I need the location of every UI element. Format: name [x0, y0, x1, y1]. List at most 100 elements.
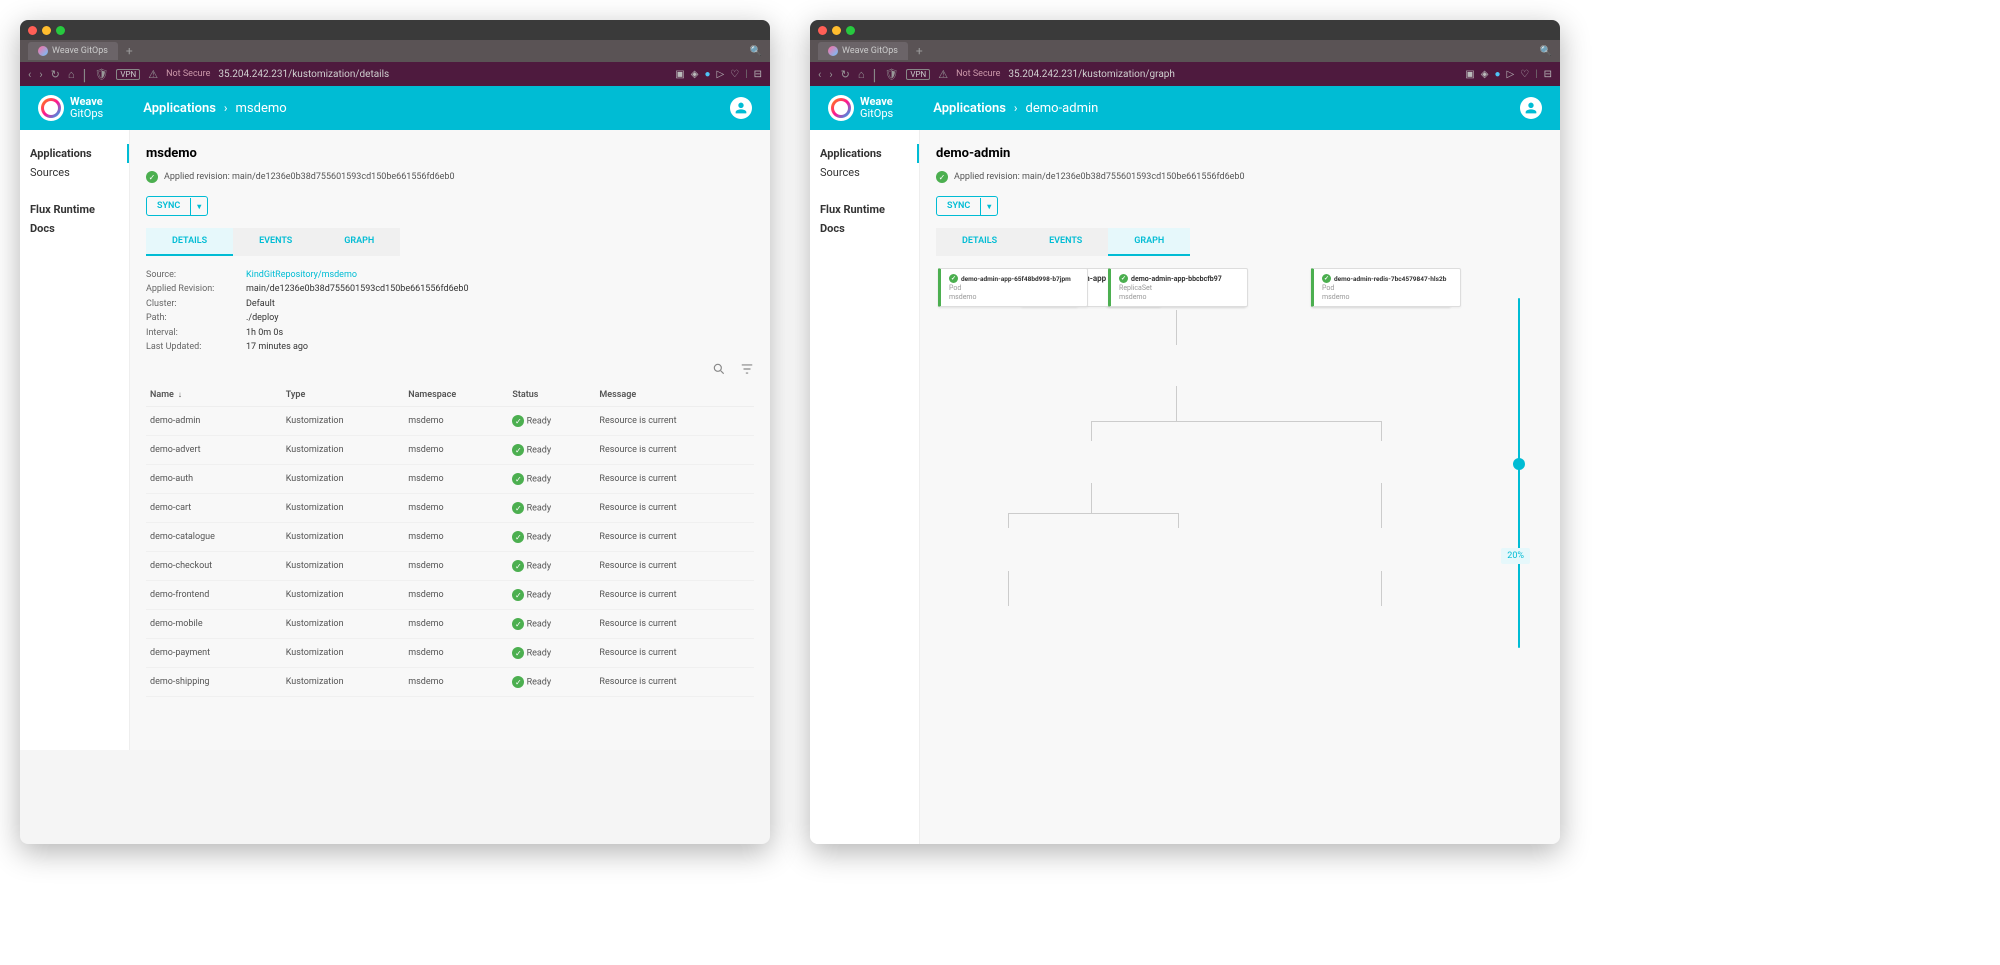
sidebar-item-sources[interactable]: Sources	[810, 163, 919, 182]
new-tab-icon[interactable]: +	[126, 44, 133, 58]
sidebar-item-flux-runtime[interactable]: Flux Runtime	[810, 200, 919, 219]
sidebar: Applications Sources Flux Runtime Docs	[20, 130, 130, 750]
check-icon: ✓	[512, 415, 524, 427]
detail-key: Interval:	[146, 326, 246, 340]
tab-graph[interactable]: GRAPH	[318, 228, 400, 256]
table-row[interactable]: demo-paymentKustomizationmsdemo✓ ReadyRe…	[146, 639, 754, 668]
tab-graph[interactable]: GRAPH	[1108, 228, 1190, 256]
sidebar-item-flux-runtime[interactable]: Flux Runtime	[20, 200, 129, 219]
check-icon: ✓	[512, 647, 524, 659]
logo[interactable]: WeaveGitOps	[828, 95, 893, 121]
table-row[interactable]: demo-adminKustomizationmsdemo✓ ReadyReso…	[146, 407, 754, 436]
sidebar-item-sources[interactable]: Sources	[20, 163, 129, 182]
menu-icon[interactable]: ⊟	[1544, 69, 1552, 80]
browser-tab[interactable]: Weave GitOps	[28, 42, 118, 60]
sidebar-item-applications[interactable]: Applications	[20, 144, 129, 163]
back-icon[interactable]: ‹	[28, 68, 31, 81]
tab-search-icon[interactable]: 🔍	[1540, 46, 1560, 57]
sidebar: Applications Sources Flux Runtime Docs	[810, 130, 920, 844]
logo[interactable]: WeaveGitOps	[38, 95, 103, 121]
ext-icon[interactable]: ♡	[730, 69, 739, 80]
vpn-badge: VPN	[116, 69, 140, 80]
zoom-slider-thumb[interactable]	[1513, 458, 1525, 470]
col-type[interactable]: Type	[282, 384, 405, 407]
check-icon: ✓	[512, 502, 524, 514]
table-row[interactable]: demo-checkoutKustomizationmsdemo✓ ReadyR…	[146, 552, 754, 581]
breadcrumb-root[interactable]: Applications	[933, 101, 1006, 116]
table-row[interactable]: demo-cartKustomizationmsdemo✓ ReadyResou…	[146, 494, 754, 523]
user-avatar-icon[interactable]	[1520, 97, 1542, 119]
ext-icon[interactable]: ▣	[1465, 69, 1474, 80]
close-window-icon[interactable]	[28, 26, 37, 35]
breadcrumb-root[interactable]: Applications	[143, 101, 216, 116]
search-icon[interactable]	[712, 362, 726, 376]
minimize-window-icon[interactable]	[42, 26, 51, 35]
table-row[interactable]: demo-frontendKustomizationmsdemo✓ ReadyR…	[146, 581, 754, 610]
reload-icon[interactable]: ↻	[841, 68, 850, 81]
tab-details[interactable]: DETAILS	[936, 228, 1023, 256]
col-name[interactable]: Name↓	[146, 384, 282, 407]
ext-icon[interactable]: ●	[1494, 69, 1500, 80]
graph-panel[interactable]: msdemo KindGitRepository msdemo ✓demo-ad…	[936, 268, 1544, 828]
sidebar-item-docs[interactable]: Docs	[20, 219, 129, 238]
col-message[interactable]: Message	[595, 384, 754, 407]
detail-value-link[interactable]: KindGitRepository/msdemo	[246, 268, 357, 282]
ext-icon[interactable]: ▷	[716, 69, 724, 80]
graph-node-replicaset[interactable]: ✓demo-admin-app-bbcbcfb97 ReplicaSet msd…	[1108, 268, 1248, 307]
sync-button[interactable]: SYNC▾	[936, 196, 998, 216]
tab-search-icon[interactable]: 🔍	[750, 46, 770, 57]
menu-icon[interactable]: ⊟	[754, 69, 762, 80]
chevron-down-icon[interactable]: ▾	[980, 198, 997, 215]
check-icon: ✓	[512, 589, 524, 601]
chevron-right-icon: ›	[224, 101, 228, 115]
ext-icon[interactable]: ●	[704, 69, 710, 80]
tab-events[interactable]: EVENTS	[1023, 228, 1108, 256]
graph-node-pod[interactable]: ✓demo-admin-app-65f48bd998-b7jpm Pod msd…	[938, 268, 1088, 307]
tab-title: Weave GitOps	[52, 46, 108, 56]
tab-details[interactable]: DETAILS	[146, 228, 233, 256]
graph-node-pod[interactable]: ✓demo-admin-redis-7bc4579847-hls2b Pod m…	[1311, 268, 1461, 307]
brand-top: Weave	[70, 95, 103, 108]
col-namespace[interactable]: Namespace	[404, 384, 508, 407]
table-row[interactable]: demo-authKustomizationmsdemo✓ ReadyResou…	[146, 465, 754, 494]
shield-icon[interactable]: 🛡	[884, 68, 898, 81]
home-icon[interactable]: ⌂	[858, 68, 865, 81]
url-text[interactable]: 35.204.242.231/kustomization/graph	[1008, 69, 1457, 80]
ext-icon[interactable]: ♡	[1520, 69, 1529, 80]
sync-button[interactable]: SYNC▾	[146, 196, 208, 216]
back-icon[interactable]: ‹	[818, 68, 821, 81]
table-row[interactable]: demo-catalogueKustomizationmsdemo✓ Ready…	[146, 523, 754, 552]
col-status[interactable]: Status	[508, 384, 595, 407]
ext-icon[interactable]: ▣	[675, 69, 684, 80]
ext-icon[interactable]: ◈	[1481, 69, 1489, 80]
browser-tab[interactable]: Weave GitOps	[818, 42, 908, 60]
zoom-label: 20%	[1501, 548, 1530, 564]
insecure-label: Not Secure	[166, 69, 210, 79]
check-icon: ✓	[512, 618, 524, 630]
chevron-down-icon[interactable]: ▾	[190, 198, 207, 215]
table-row[interactable]: demo-shippingKustomizationmsdemo✓ ReadyR…	[146, 668, 754, 697]
tab-events[interactable]: EVENTS	[233, 228, 318, 256]
ext-icon[interactable]: ▷	[1506, 69, 1514, 80]
user-avatar-icon[interactable]	[730, 97, 752, 119]
minimize-window-icon[interactable]	[832, 26, 841, 35]
zoom-slider-track[interactable]	[1518, 298, 1520, 648]
reload-icon[interactable]: ↻	[51, 68, 60, 81]
close-window-icon[interactable]	[818, 26, 827, 35]
url-text[interactable]: 35.204.242.231/kustomization/details	[218, 69, 667, 80]
maximize-window-icon[interactable]	[56, 26, 65, 35]
tabs: DETAILS EVENTS GRAPH	[936, 228, 1544, 256]
sidebar-item-docs[interactable]: Docs	[810, 219, 919, 238]
sidebar-item-applications[interactable]: Applications	[810, 144, 919, 163]
filter-icon[interactable]	[740, 362, 754, 376]
new-tab-icon[interactable]: +	[916, 44, 923, 58]
forward-icon[interactable]: ›	[829, 68, 832, 81]
table-row[interactable]: demo-advertKustomizationmsdemo✓ ReadyRes…	[146, 436, 754, 465]
shield-icon[interactable]: 🛡	[94, 68, 108, 81]
home-icon[interactable]: ⌂	[68, 68, 75, 81]
resources-table: Name↓ Type Namespace Status Message demo…	[146, 384, 754, 697]
forward-icon[interactable]: ›	[39, 68, 42, 81]
ext-icon[interactable]: ◈	[691, 69, 699, 80]
table-row[interactable]: demo-mobileKustomizationmsdemo✓ ReadyRes…	[146, 610, 754, 639]
maximize-window-icon[interactable]	[846, 26, 855, 35]
